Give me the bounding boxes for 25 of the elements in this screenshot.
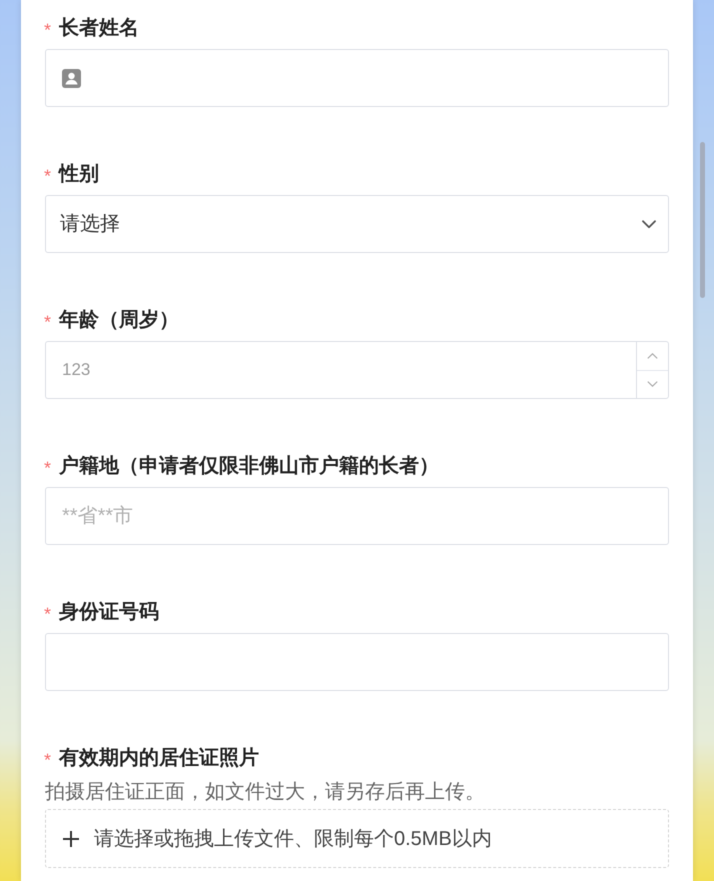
chevron-down-icon bbox=[647, 381, 658, 388]
required-mark: * bbox=[44, 164, 52, 188]
field-label: 有效期内的居住证照片 bbox=[59, 746, 259, 770]
field-hint: 拍摄居住证正面，如文件过大，请另存后再上传。 bbox=[45, 780, 486, 805]
field-label: 长者姓名 bbox=[59, 16, 139, 40]
text-input[interactable] bbox=[45, 633, 669, 691]
field-label: 身份证号码 bbox=[59, 600, 159, 624]
plus-icon bbox=[63, 830, 79, 846]
chevron-down-icon bbox=[642, 220, 656, 228]
text-input[interactable]: **省**市 bbox=[45, 487, 669, 545]
field-label: 性别 bbox=[59, 162, 99, 186]
select-field[interactable]: 请选择 bbox=[45, 195, 669, 253]
required-mark: * bbox=[44, 602, 52, 626]
number-input[interactable]: 123 bbox=[45, 341, 636, 399]
chevron-up-icon bbox=[647, 352, 658, 359]
scrollbar-thumb[interactable] bbox=[700, 142, 705, 298]
field-label: 年龄（周岁） bbox=[59, 308, 179, 332]
contact-icon bbox=[62, 69, 81, 88]
required-mark: * bbox=[44, 456, 52, 480]
upload-area[interactable]: 请选择或拖拽上传文件、限制每个0.5MB以内 bbox=[45, 809, 669, 868]
required-mark: * bbox=[44, 18, 52, 42]
text-input[interactable] bbox=[45, 49, 669, 107]
field-label: 户籍地（申请者仅限非佛山市户籍的长者） bbox=[59, 454, 439, 478]
required-mark: * bbox=[44, 310, 52, 334]
required-mark: * bbox=[44, 748, 52, 772]
